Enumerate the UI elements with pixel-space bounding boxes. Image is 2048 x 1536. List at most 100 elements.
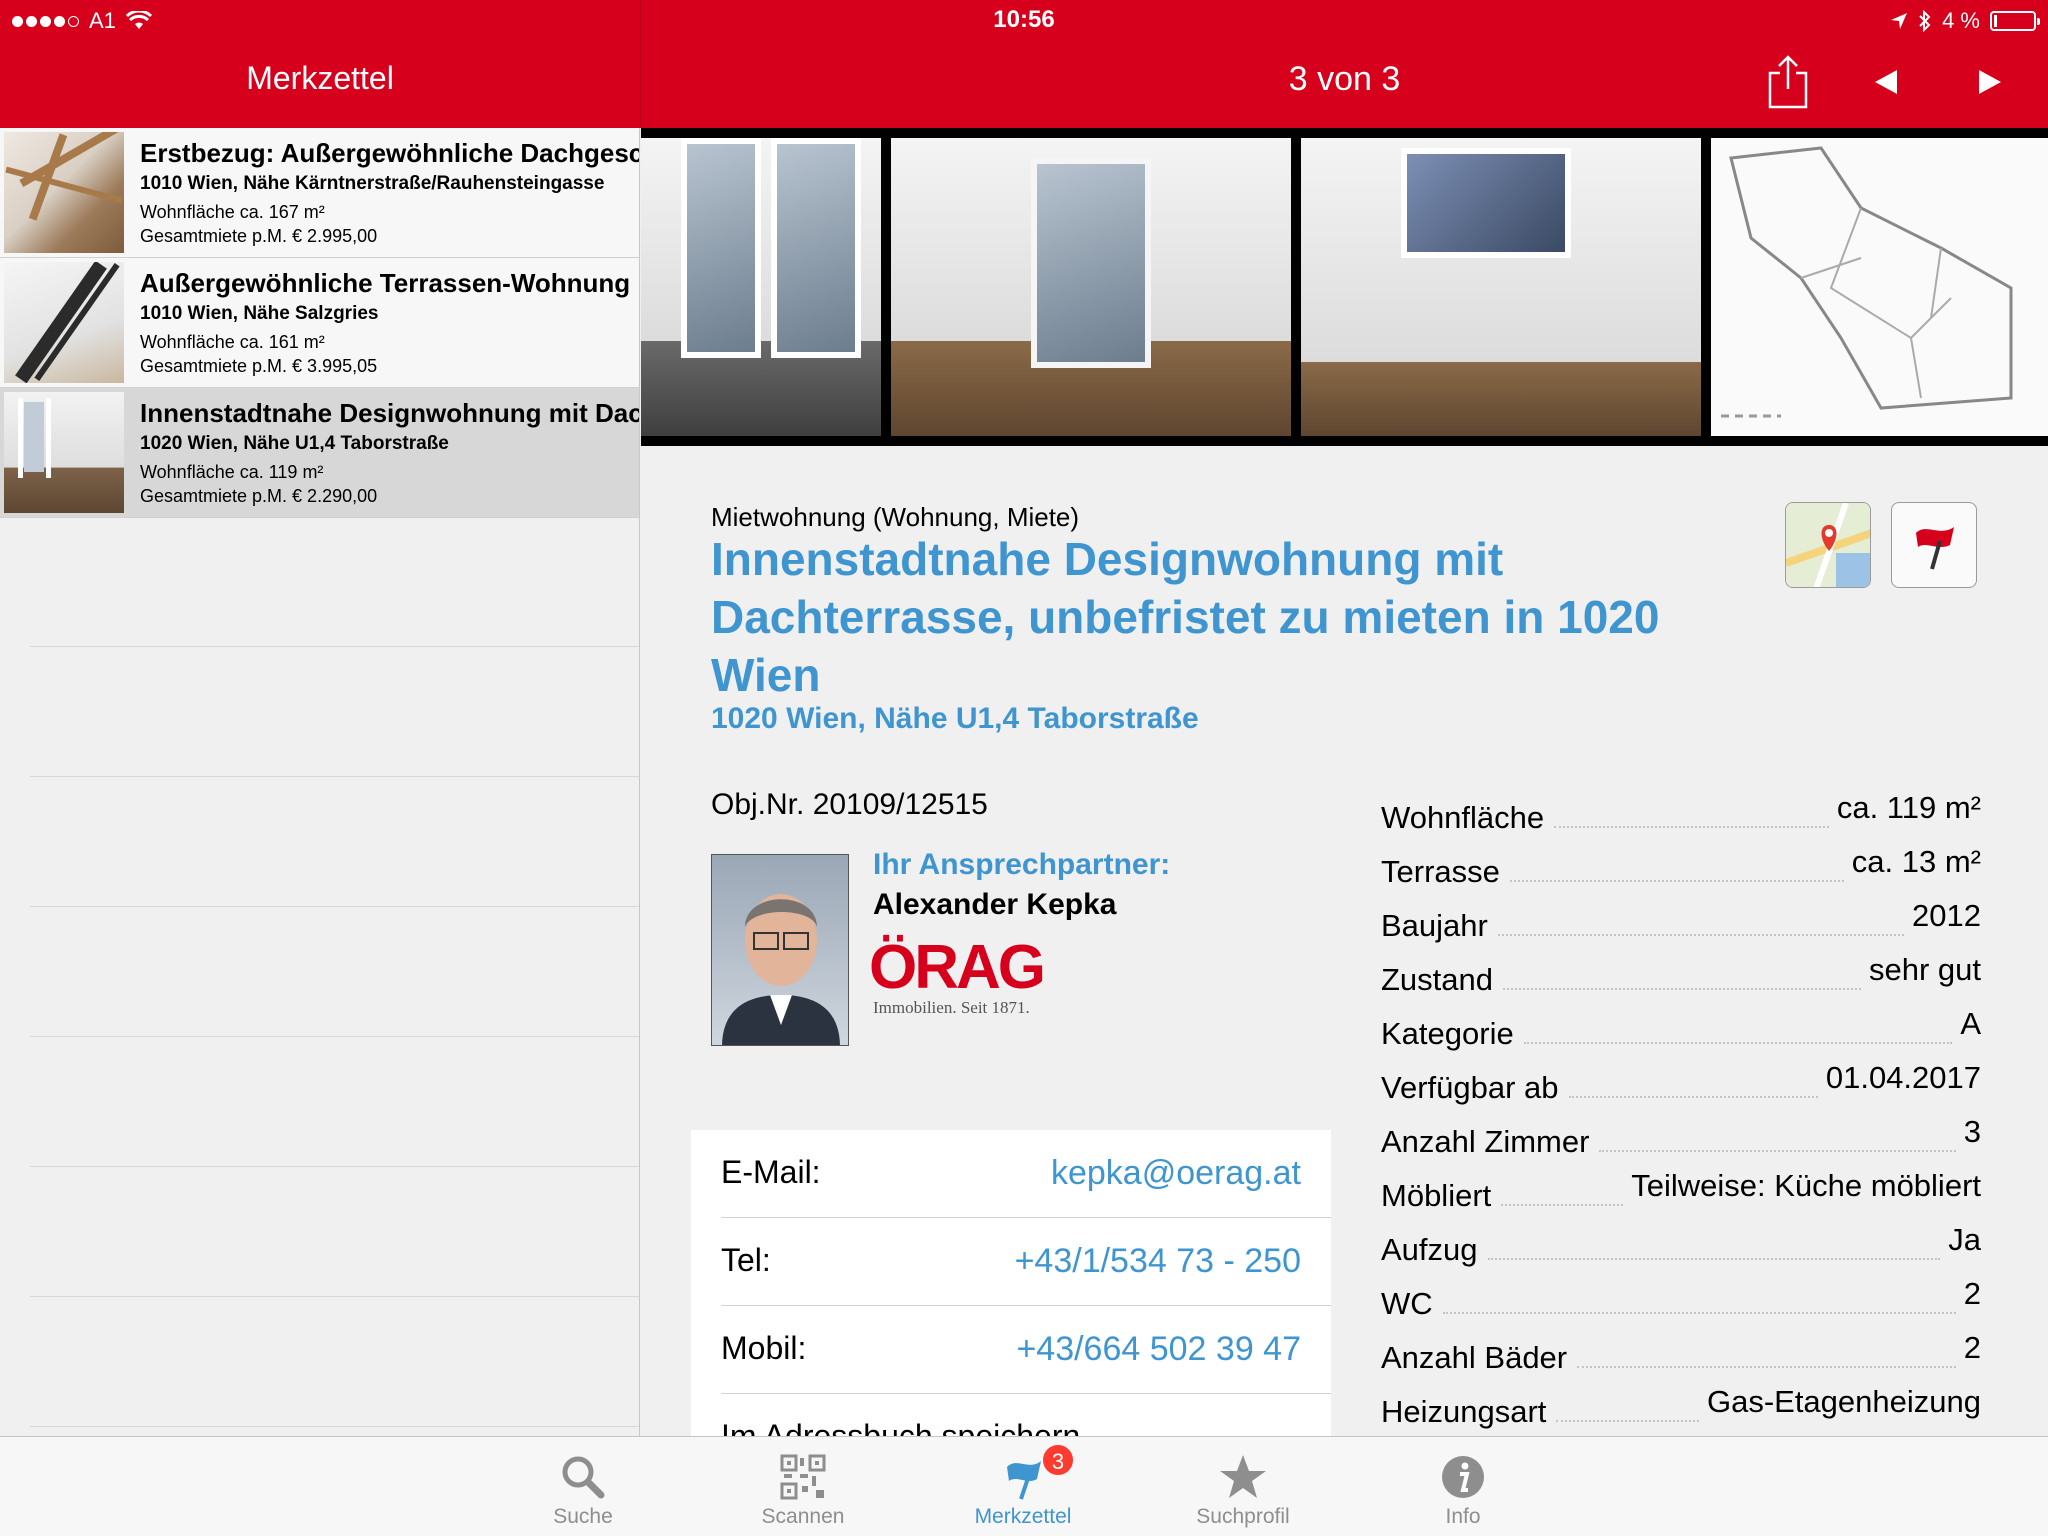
list-item-selected[interactable]: Innenstadtnahe Designwohnung mit Dachter… <box>0 388 640 518</box>
empty-row-divider <box>30 906 639 907</box>
fact-leader <box>1568 1096 1818 1098</box>
listing-title: Außergewöhnliche Terrassen-Wohnung <box>140 268 631 298</box>
remove-bookmark-button[interactable] <box>1891 502 1977 588</box>
fact-label: Anzahl Bäder <box>1381 1340 1568 1375</box>
fact-label: Heizungsart <box>1381 1394 1547 1429</box>
tab-suchprofil[interactable]: Suchprofil <box>1143 1437 1343 1536</box>
phone-link[interactable]: +43/1/534 73 - 250 <box>1015 1242 1301 1281</box>
top-bar: A1 10:56 4 % Merkzettel 3 von 3 <box>0 0 2048 128</box>
listing-address: 1010 Wien, Nähe Salzgries <box>140 303 379 324</box>
triangle-left-icon <box>1875 70 1897 94</box>
flag-icon <box>1916 527 1954 570</box>
listing-price: Gesamtmiete p.M. € 2.290,00 <box>140 486 378 506</box>
fact-leader <box>1487 1258 1941 1260</box>
fact-row: Anzahl Bäder 2 <box>1381 1330 1981 1376</box>
listing-title: Erstbezug: Außergewöhnliche Dachgeschoss <box>140 138 639 168</box>
map-icon <box>1786 503 1870 587</box>
email-link[interactable]: kepka@oerag.at <box>1051 1154 1301 1193</box>
info-icon <box>1433 1449 1493 1505</box>
detail-nav-title: 3 von 3 <box>1288 60 1401 98</box>
orag-logo: ÖRAG <box>869 933 1046 1002</box>
fact-label: Wohnfläche <box>1381 800 1545 835</box>
floor-plan-drawing <box>1721 146 2013 418</box>
empty-row-divider <box>30 1296 639 1297</box>
fact-value: sehr gut <box>1868 952 1981 987</box>
listing-detail: Mietwohnung (Wohnung, Miete) Innenstadtn… <box>641 446 2048 1436</box>
object-number: Obj.Nr. 20109/12515 <box>711 788 988 821</box>
list-item[interactable]: Außergewöhnliche Terrassen-Wohnung 1010 … <box>0 258 639 388</box>
fact-value: ca. 13 m² <box>1851 844 1981 879</box>
list-nav-title: Merkzettel <box>246 60 394 96</box>
share-button[interactable] <box>1758 52 1818 112</box>
fact-value: 2 <box>1963 1276 1981 1311</box>
fact-leader <box>1577 1366 1956 1368</box>
fact-leader <box>1554 826 1829 828</box>
fact-row: Zustand sehr gut <box>1381 952 1981 998</box>
save-to-address-book-button[interactable]: Im Adressbuch speichern <box>721 1394 1331 1436</box>
listing-area: Wohnfläche ca. 161 m² <box>140 332 325 352</box>
battery-icon <box>1990 11 2040 31</box>
fact-value: Ja <box>1948 1222 1981 1257</box>
fact-leader <box>1556 1420 1699 1422</box>
empty-row-divider <box>30 1166 639 1167</box>
location-arrow-icon <box>1891 13 1908 29</box>
listing-thumbnail <box>4 262 124 383</box>
qr-code-icon <box>773 1449 833 1505</box>
fact-value: A <box>1960 1006 1981 1041</box>
list-item[interactable]: Erstbezug: Außergewöhnliche Dachgeschoss… <box>0 128 639 258</box>
search-icon <box>553 1449 613 1505</box>
fact-value: 01.04.2017 <box>1825 1060 1981 1095</box>
fact-leader <box>1599 1150 1956 1152</box>
listing-area: Wohnfläche ca. 167 m² <box>140 202 325 222</box>
photo-gallery[interactable] <box>641 128 2048 446</box>
listing-detail-address: 1020 Wien, Nähe U1,4 Taborstraße <box>711 702 1199 735</box>
fact-value: 2 <box>1963 1330 1981 1365</box>
fact-label: Verfügbar ab <box>1381 1070 1559 1105</box>
tab-merkzettel[interactable]: 3 Merkzettel <box>923 1437 1123 1536</box>
fact-label: WC <box>1381 1286 1433 1321</box>
listing-area: Wohnfläche ca. 119 m² <box>140 462 324 482</box>
floor-plan-photo[interactable] <box>1711 138 2048 436</box>
map-button[interactable] <box>1785 502 1871 588</box>
mobile-link[interactable]: +43/664 502 39 47 <box>1016 1330 1301 1369</box>
fact-label: Anzahl Zimmer <box>1381 1124 1590 1159</box>
fact-row: Kategorie A <box>1381 1006 1981 1052</box>
agent-name: Alexander Kepka <box>873 888 1117 921</box>
empty-row-divider <box>30 776 639 777</box>
fact-row: Terrasse ca. 13 m² <box>1381 844 1981 890</box>
fact-row: Aufzug Ja <box>1381 1222 1981 1268</box>
saved-listings-panel: Erstbezug: Außergewöhnliche Dachgeschoss… <box>0 128 640 1436</box>
share-icon <box>1768 55 1808 109</box>
listing-address: 1020 Wien, Nähe U1,4 Taborstraße <box>140 433 449 454</box>
previous-button[interactable] <box>1856 52 1916 112</box>
tab-label: Info <box>1445 1505 1481 1528</box>
fact-label: Terrasse <box>1381 854 1500 889</box>
contact-heading: Ihr Ansprechpartner: <box>873 848 1171 881</box>
star-icon <box>1213 1449 1273 1505</box>
empty-row-divider <box>30 646 639 647</box>
tab-scannen[interactable]: Scannen <box>703 1437 903 1536</box>
tab-suche[interactable]: Suche <box>483 1437 683 1536</box>
gallery-photo[interactable] <box>1301 138 1701 436</box>
listing-title: Innenstadtnahe Designwohnung mit Dachter… <box>140 398 640 428</box>
tab-label: Merkzettel <box>974 1505 1072 1528</box>
fact-row: Heizungsart Gas-Etagenheizung <box>1381 1384 1981 1430</box>
contact-label: E-Mail: <box>721 1154 821 1190</box>
contact-label: Mobil: <box>721 1330 807 1366</box>
fact-leader <box>1523 1042 1953 1044</box>
next-button[interactable] <box>1960 52 2020 112</box>
contact-row-mobile: Mobil: +43/664 502 39 47 <box>721 1306 1331 1394</box>
tab-info[interactable]: Info <box>1363 1437 1563 1536</box>
fact-leader <box>1503 988 1861 990</box>
gallery-photo[interactable] <box>641 138 881 436</box>
fact-value: 2012 <box>1912 898 1981 933</box>
fact-row: Wohnfläche ca. 119 m² <box>1381 790 1981 836</box>
fact-value: Gas-Etagenheizung <box>1706 1384 1981 1419</box>
notification-badge: 3 <box>1041 1443 1075 1477</box>
contact-label: Tel: <box>721 1242 771 1278</box>
gallery-photo[interactable] <box>891 138 1291 436</box>
fact-row: Verfügbar ab 01.04.2017 <box>1381 1060 1981 1106</box>
agent-photo <box>711 854 849 1046</box>
fact-label: Zustand <box>1381 962 1494 997</box>
battery-percent: 4 % <box>1942 8 1980 33</box>
